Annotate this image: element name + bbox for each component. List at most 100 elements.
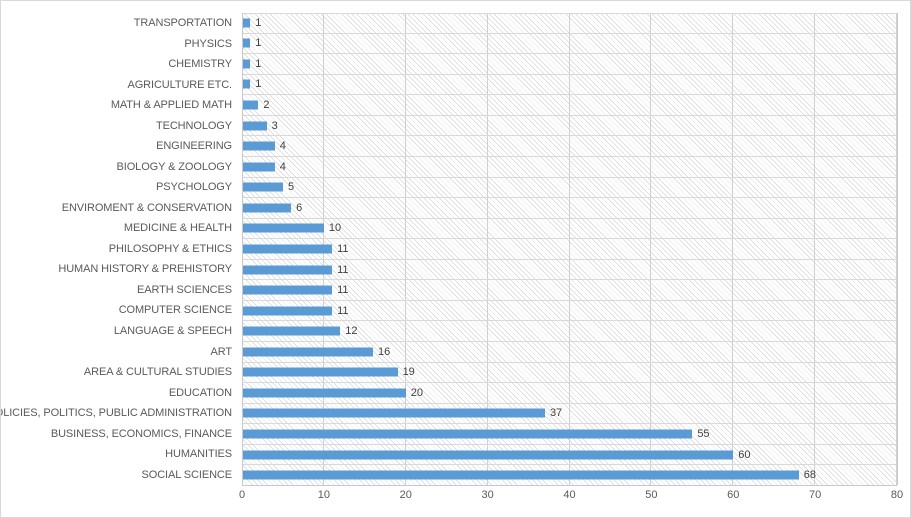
- bar-row: 4: [242, 135, 897, 156]
- bar[interactable]: [242, 470, 799, 480]
- bar-row: 5: [242, 176, 897, 198]
- bar-data-label: 1: [255, 78, 262, 91]
- bar[interactable]: [242, 18, 251, 28]
- bar-row: 4: [242, 155, 897, 177]
- category-axis-label: PHILOSOPHY & ETHICS: [108, 242, 232, 255]
- bar[interactable]: [242, 347, 373, 357]
- category-axis: TRANSPORTATION PHYSICS CHEMISTRY AGRICULTUR…: [1, 13, 237, 485]
- bar[interactable]: [242, 100, 259, 110]
- bar[interactable]: [242, 429, 693, 439]
- bar-data-label: 1: [255, 57, 262, 70]
- value-axis-tick-label: 40: [563, 489, 576, 501]
- bar-row: 1: [242, 53, 897, 74]
- value-axis-tick-label: 0: [238, 489, 246, 501]
- bar-row: 60: [242, 443, 897, 465]
- bar-row: 3: [242, 114, 897, 136]
- bar-row: 37: [242, 402, 897, 424]
- plot-top-border: [242, 13, 897, 14]
- value-axis-tick-label: 50: [645, 489, 658, 501]
- category-axis-label: MEDICINE & HEALTH: [123, 222, 232, 235]
- category-axis-label: HUMANITIES: [165, 448, 232, 461]
- bar-row: 11: [242, 279, 897, 300]
- bar-chart: TRANSPORTATION PHYSICS CHEMISTRY AGRICULTUR…: [0, 0, 911, 518]
- bar-row: 11: [242, 299, 897, 321]
- category-axis-label: BUSINESS, ECONOMICS, FINANCE: [50, 427, 232, 440]
- value-axis-tick-label: 30: [481, 489, 494, 501]
- bar-data-label: 4: [279, 140, 286, 153]
- bar-data-label: 6: [296, 201, 303, 214]
- bar-row: 19: [242, 361, 897, 383]
- bar-data-label: 11: [337, 263, 349, 276]
- category-axis-label: EARTH SCIENCES: [137, 283, 232, 296]
- bar-data-label: 12: [345, 325, 358, 338]
- bar-data-label: 19: [402, 366, 415, 379]
- bar-data-label: 1: [255, 16, 262, 29]
- value-axis-tick-label: 20: [399, 489, 412, 501]
- bar-data-label: 2: [263, 99, 270, 112]
- category-axis-label: AGRICULTURE ETC.: [127, 78, 232, 91]
- bar-data-label: 60: [738, 448, 751, 461]
- bar-data-label: 11: [337, 242, 349, 255]
- bar-row: 2: [242, 94, 897, 115]
- category-axis-label: PSYCHOLOGY: [155, 181, 232, 194]
- bar-row: 1: [242, 13, 897, 33]
- plot-area: 1 1 1 1 2 3 4 4 5 6 10 11 11 11 11 12 16 19 20 37 55 60 68: [242, 13, 897, 485]
- category-axis-label: ENGINEERING: [156, 140, 232, 153]
- bar[interactable]: [242, 244, 333, 254]
- bar[interactable]: [242, 223, 324, 233]
- bar[interactable]: [242, 450, 734, 460]
- bar-data-label: 10: [328, 222, 342, 235]
- bar-data-label: 3: [271, 119, 278, 132]
- bar[interactable]: [242, 326, 341, 336]
- value-axis-tick-label: 70: [809, 489, 822, 501]
- bar-row: 16: [242, 341, 897, 362]
- value-axis: 0 10 20 30 40 50 60 70 80: [1, 489, 910, 511]
- bar-row: 1: [242, 73, 897, 95]
- value-axis-tick-label: 80: [890, 489, 904, 501]
- bar[interactable]: [242, 265, 333, 275]
- bar-data-label: 68: [803, 469, 816, 482]
- bar[interactable]: [242, 162, 275, 172]
- bar[interactable]: [242, 285, 333, 295]
- bar-row: 6: [242, 197, 897, 218]
- bar[interactable]: [242, 38, 251, 48]
- bar-data-label: 4: [279, 160, 286, 173]
- bar[interactable]: [242, 408, 545, 418]
- value-axis-tick-label: 60: [727, 489, 740, 501]
- bar[interactable]: [242, 388, 406, 398]
- bar[interactable]: [242, 79, 251, 89]
- category-axis-label: LANGUAGE & SPEECH: [113, 324, 232, 337]
- category-axis-label: AREA & CULTURAL STUDIES: [83, 366, 232, 379]
- value-axis-tick-label: 10: [317, 489, 330, 501]
- bar-data-label: 55: [697, 428, 710, 441]
- plot-bottom-axis-line: [242, 485, 897, 486]
- bar[interactable]: [242, 59, 251, 69]
- category-axis-label: MATH & APPLIED MATH: [110, 99, 232, 112]
- bar[interactable]: [242, 203, 292, 213]
- category-axis-label: HUMAN HISTORY & PREHISTORY: [58, 263, 232, 276]
- bar[interactable]: [242, 182, 283, 192]
- bar[interactable]: [242, 306, 333, 316]
- bar-row: 12: [242, 320, 897, 341]
- bar-row: 11: [242, 258, 897, 280]
- category-axis-label: SOCIAL SCIENCE: [141, 468, 233, 481]
- bar-row: 10: [242, 217, 897, 239]
- category-axis-label: TRANSPORTATION: [133, 17, 232, 30]
- bar-data-label: 1: [255, 37, 262, 50]
- bar[interactable]: [242, 121, 267, 131]
- category-axis-label: EDUCATION: [168, 386, 232, 399]
- bar-row: 11: [242, 238, 897, 259]
- bar[interactable]: [242, 141, 275, 151]
- plot-right-border: [897, 13, 898, 485]
- bar-data-label: 16: [378, 345, 391, 358]
- category-axis-label: BIOLOGY & ZOOLOGY: [116, 160, 233, 173]
- bar-data-label: 11: [337, 284, 349, 297]
- category-axis-label: ENVIROMENT & CONSERVATION: [61, 201, 232, 214]
- category-axis-label: POLICIES, POLITICS, PUBLIC ADMINISTRATIO…: [0, 407, 232, 420]
- bar-data-label: 20: [410, 386, 423, 399]
- bar-row: 55: [242, 423, 897, 444]
- bar-row: 20: [242, 382, 897, 403]
- category-axis-label: ART: [210, 345, 232, 358]
- bar-series: 1 1 1 1 2 3 4 4 5 6 10 11 11 11 11 12 16 19 20 37 55 60 68: [242, 13, 897, 485]
- bar[interactable]: [242, 367, 398, 377]
